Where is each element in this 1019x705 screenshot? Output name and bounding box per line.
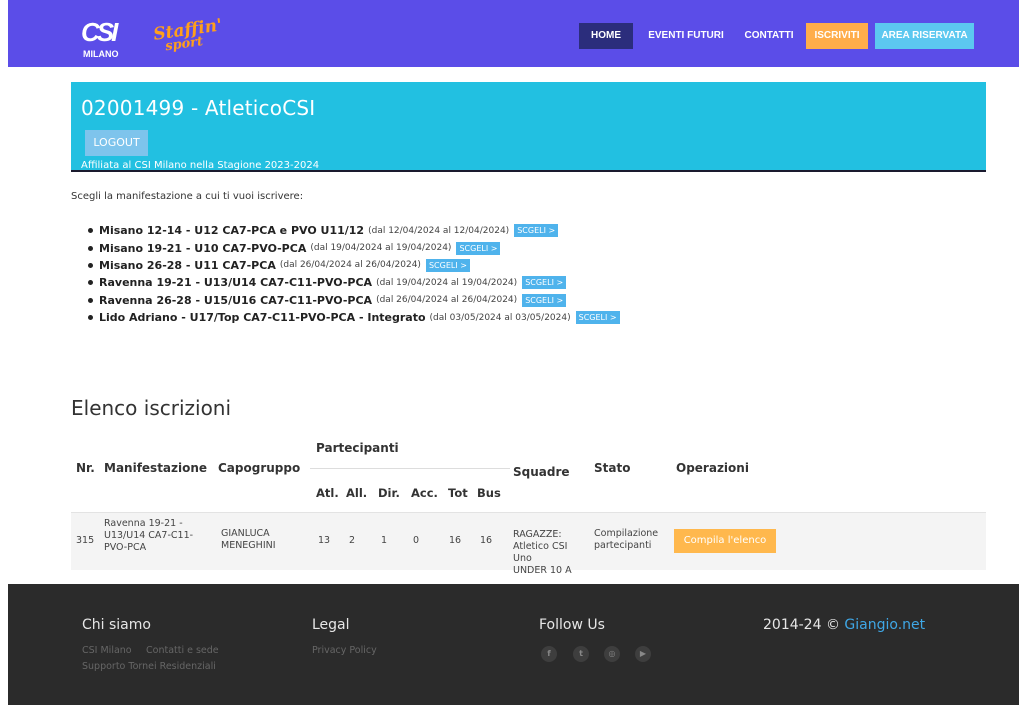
- cell-capogruppo: GIANLUCA MENEGHINI: [221, 528, 276, 552]
- twitter-icon[interactable]: t: [573, 646, 589, 662]
- event-name: Misano 12-14 - U12 CA7-PCA e PVO U11/12: [99, 224, 365, 238]
- cell-text-line: U13/U14 CA7-C11-: [104, 530, 194, 541]
- bullet-icon: [88, 228, 93, 234]
- cell-text-line: MENEGHINI: [221, 540, 276, 551]
- cell-tot: 16: [449, 535, 462, 546]
- cell-atl: 13: [318, 535, 331, 546]
- instagram-icon[interactable]: ◎: [604, 646, 620, 662]
- list-item: Lido Adriano - U17/Top CA7-C11-PVO-PCA -…: [88, 309, 620, 326]
- nav-iscriviti[interactable]: ISCRIVITI: [806, 23, 868, 49]
- registrations-title: Elenco iscrizioni: [71, 396, 232, 420]
- cell-squadre: RAGAZZE: Atletico CSI Uno UNDER 10 A: [513, 529, 583, 577]
- header-atl: Atl.: [316, 486, 339, 500]
- cell-all: 2: [349, 535, 356, 546]
- event-date-range: (dal 26/04/2024 al 26/04/2024): [376, 295, 518, 306]
- header-divider: [310, 468, 510, 469]
- nav-area-riservata[interactable]: AREA RISERVATA: [875, 23, 974, 49]
- bullet-icon: [88, 280, 93, 286]
- header-acc: Acc.: [411, 486, 438, 500]
- choose-event-button[interactable]: SCGELI >: [425, 258, 470, 272]
- logout-button[interactable]: LOGOUT: [85, 130, 148, 156]
- list-item: Ravenna 26-28 - U15/U16 CA7-C11-PVO-PCA …: [88, 292, 620, 309]
- event-date-range: (dal 19/04/2024 al 19/04/2024): [310, 243, 452, 254]
- cell-acc: 0: [413, 535, 420, 546]
- event-date-range: (dal 19/04/2024 al 19/04/2024): [376, 277, 518, 288]
- cell-stato: Compilazione partecipanti: [594, 528, 658, 552]
- page-footer: Chi siamo CSI Milano Contatti e sede Sup…: [8, 584, 1019, 705]
- footer-follow-title: Follow Us: [539, 617, 605, 633]
- header-squadre: Squadre: [513, 465, 570, 479]
- cell-manifestazione: Ravenna 19-21 - U13/U14 CA7-C11- PVO-PCA: [104, 518, 214, 554]
- csi-logo-city: MILANO: [83, 49, 119, 59]
- choose-event-button[interactable]: SCGELI >: [514, 224, 559, 238]
- cell-nr: 315: [76, 535, 95, 546]
- cell-text-line: partecipanti: [594, 540, 652, 551]
- footer-legal-title: Legal: [312, 617, 350, 633]
- nav-eventi-futuri[interactable]: EVENTI FUTURI: [640, 23, 732, 49]
- cell-text-line: GIANLUCA: [221, 528, 270, 539]
- event-name: Ravenna 19-21 - U13/U14 CA7-C11-PVO-PCA: [99, 276, 373, 290]
- copyright: 2014-24 © Giangio.net: [763, 617, 925, 633]
- list-item: Misano 12-14 - U12 CA7-PCA e PVO U11/12 …: [88, 222, 620, 239]
- bullet-icon: [88, 297, 93, 303]
- event-date-range: (dal 26/04/2024 al 26/04/2024): [279, 260, 421, 271]
- compila-elenco-button[interactable]: Compila l'elenco: [674, 529, 776, 553]
- header-capogruppo: Capogruppo: [218, 461, 301, 475]
- cell-dir: 1: [381, 535, 388, 546]
- staffin-sport-logo[interactable]: Staffin' sport: [152, 15, 225, 55]
- event-name: Misano 26-28 - U11 CA7-PCA: [99, 258, 276, 272]
- event-name: Misano 19-21 - U10 CA7-PVO-PCA: [99, 241, 307, 255]
- choose-event-button[interactable]: SCGELI >: [522, 293, 567, 307]
- copyright-text: 2014-24 ©: [763, 617, 840, 633]
- event-name: Lido Adriano - U17/Top CA7-C11-PVO-PCA -…: [99, 311, 426, 325]
- cell-text-line: Atletico CSI: [513, 541, 568, 552]
- footer-link-supporto[interactable]: Supporto Tornei Residenziali: [82, 661, 216, 672]
- giangio-link[interactable]: Giangio.net: [844, 617, 925, 633]
- event-name: Ravenna 26-28 - U15/U16 CA7-C11-PVO-PCA: [99, 293, 373, 307]
- footer-link-privacy[interactable]: Privacy Policy: [312, 645, 377, 656]
- cell-text-line: UNDER 10 A: [513, 565, 572, 576]
- header-stato: Stato: [594, 461, 631, 475]
- csi-logo-mark: CSI: [81, 17, 118, 47]
- header-all: All.: [346, 486, 368, 500]
- list-item: Misano 26-28 - U11 CA7-PCA (dal 26/04/20…: [88, 257, 620, 274]
- cell-text-line: PVO-PCA: [104, 542, 147, 553]
- bullet-icon: [88, 245, 93, 251]
- cell-text-line: Uno: [513, 553, 532, 564]
- cell-text-line: RAGAZZE:: [513, 529, 562, 540]
- event-date-range: (dal 12/04/2024 al 12/04/2024): [368, 225, 510, 236]
- cell-bus: 16: [480, 535, 493, 546]
- list-item: Misano 19-21 - U10 CA7-PVO-PCA (dal 19/0…: [88, 239, 620, 256]
- event-list: Misano 12-14 - U12 CA7-PCA e PVO U11/12 …: [88, 222, 620, 326]
- cell-text-line: Ravenna 19-21 -: [104, 518, 183, 529]
- header-nr: Nr.: [76, 461, 95, 475]
- account-title: 02001499 - AtleticoCSI: [81, 96, 316, 120]
- header-partecipanti: Partecipanti: [316, 441, 399, 455]
- nav-home[interactable]: HOME: [579, 23, 633, 49]
- cell-text-line: Compilazione: [594, 528, 659, 539]
- list-item: Ravenna 19-21 - U13/U14 CA7-C11-PVO-PCA …: [88, 274, 620, 291]
- choose-event-button[interactable]: SCGELI >: [522, 276, 567, 290]
- choose-event-button[interactable]: SCGELI >: [575, 311, 620, 325]
- footer-chi-siamo-title: Chi siamo: [82, 617, 151, 633]
- footer-link-contatti[interactable]: Contatti e sede: [146, 645, 219, 656]
- account-header: 02001499 - AtleticoCSI LOGOUT Affiliata …: [71, 82, 986, 172]
- event-date-range: (dal 03/05/2024 al 03/05/2024): [429, 312, 571, 323]
- header-bus: Bus: [477, 486, 501, 500]
- youtube-icon[interactable]: ▶: [635, 646, 651, 662]
- affiliation-text: Affiliata al CSI Milano nella Stagione 2…: [81, 160, 320, 171]
- bullet-icon: [88, 315, 93, 321]
- csi-milano-logo[interactable]: CSI MILANO: [81, 17, 137, 61]
- header-dir: Dir.: [378, 486, 400, 500]
- header-manifestazione: Manifestazione: [104, 461, 208, 475]
- nav-contatti[interactable]: CONTATTI: [738, 23, 800, 49]
- header-operazioni: Operazioni: [676, 461, 749, 475]
- choose-event-button[interactable]: SCGELI >: [456, 241, 501, 255]
- header-tot: Tot: [448, 486, 468, 500]
- event-choice-prompt: Scegli la manifestazione a cui ti vuoi i…: [71, 191, 304, 202]
- facebook-icon[interactable]: f: [541, 646, 557, 662]
- footer-link-csi-milano[interactable]: CSI Milano: [82, 645, 132, 656]
- bullet-icon: [88, 262, 93, 268]
